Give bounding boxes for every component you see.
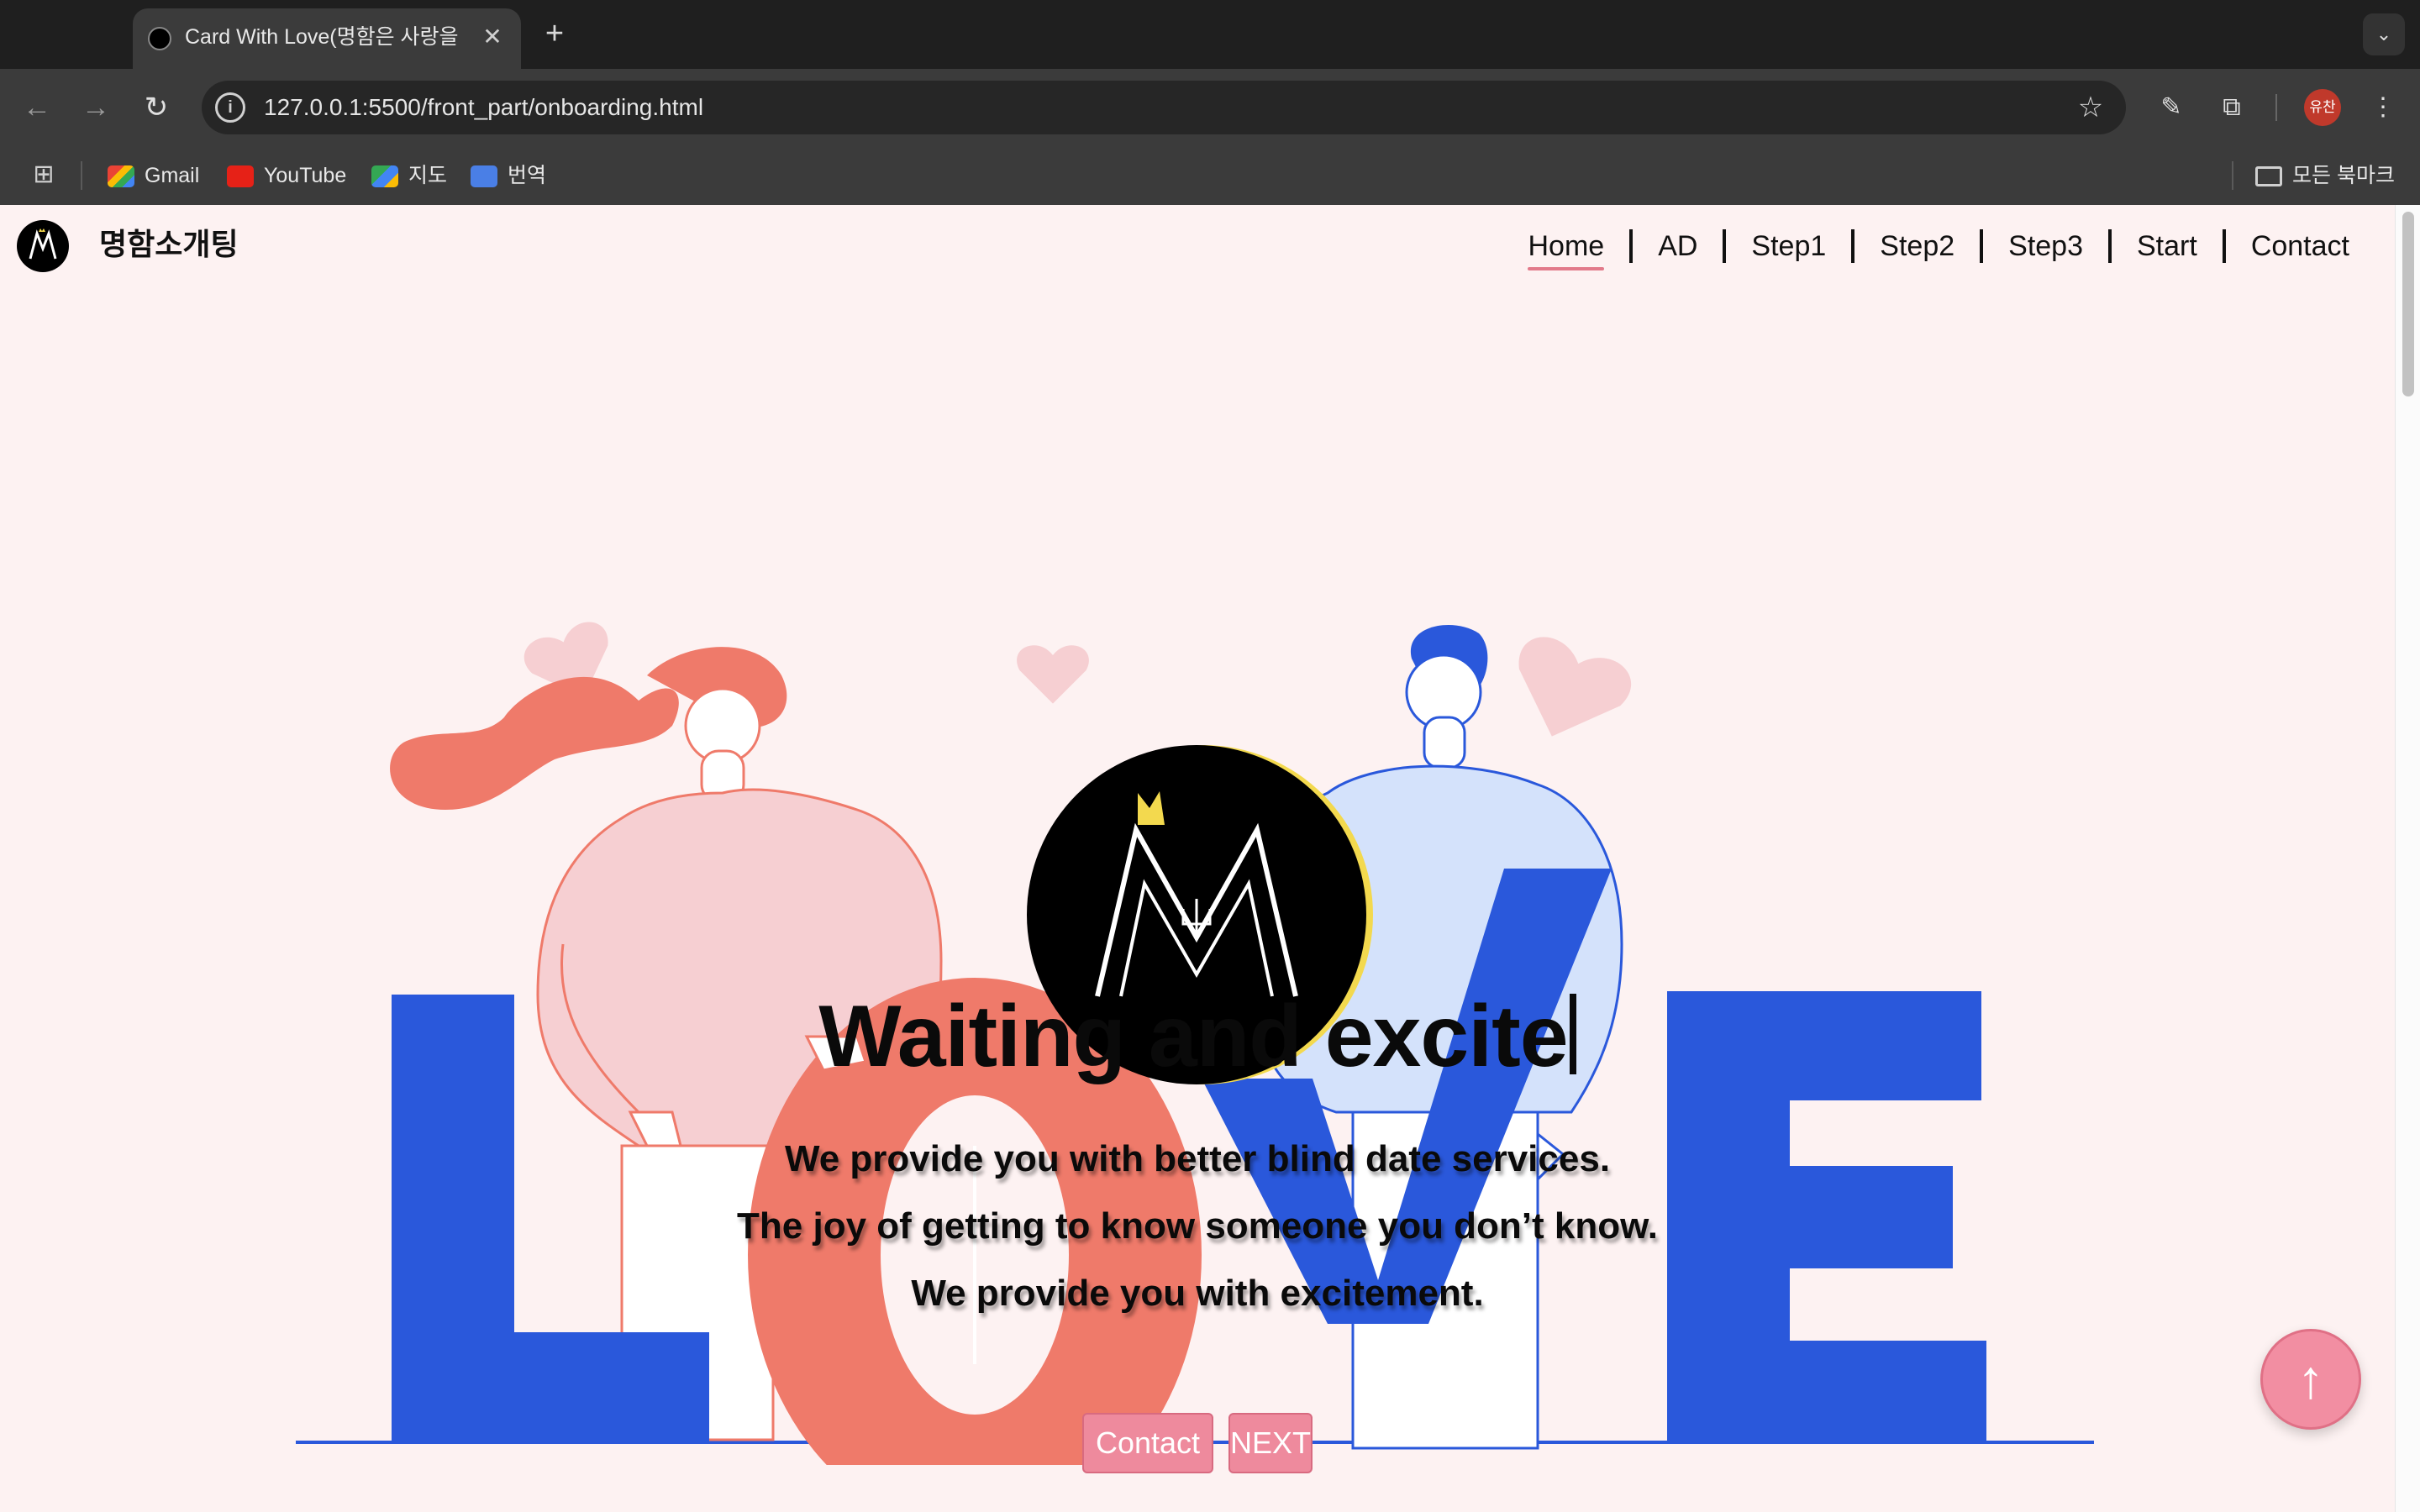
- forward-icon[interactable]: →: [76, 87, 116, 128]
- site-logo[interactable]: [17, 220, 69, 272]
- apps-grid-icon[interactable]: ⊞: [29, 160, 59, 190]
- bookmarks-bar: ⊞ Gmail YouTube 지도 번역 모든 북마크: [0, 146, 2420, 205]
- bookmark-youtube[interactable]: YouTube: [227, 155, 346, 197]
- nav-start[interactable]: Start: [2112, 225, 2223, 267]
- bookmarks-divider: [81, 161, 82, 190]
- nav-step2[interactable]: Step2: [1854, 225, 1980, 267]
- profile-avatar[interactable]: 유찬: [2304, 89, 2341, 126]
- extensions-icon[interactable]: ⧉: [2212, 87, 2252, 128]
- back-icon[interactable]: ←: [17, 87, 57, 128]
- brand-name[interactable]: 명함소개팅: [99, 223, 239, 265]
- nav-step3[interactable]: Step3: [1983, 225, 2108, 267]
- address-bar[interactable]: i 127.0.0.1:5500/front_part/onboarding.h…: [202, 81, 2126, 134]
- browser-toolbar: ← → ↻ i 127.0.0.1:5500/front_part/onboar…: [0, 69, 2420, 146]
- eyedropper-icon[interactable]: ✎: [2151, 87, 2191, 128]
- nav-ad[interactable]: AD: [1633, 225, 1723, 267]
- nav-step1[interactable]: Step1: [1726, 225, 1851, 267]
- hero-line-3: We provide you with excitement.: [911, 1273, 1484, 1314]
- nav-home[interactable]: Home: [1502, 225, 1629, 270]
- hero-headline: Waiting and excite: [0, 978, 2395, 1095]
- heart-icon: [1017, 645, 1089, 704]
- youtube-icon: [227, 165, 254, 188]
- typing-caret: [1569, 994, 1576, 1074]
- translate-icon: [471, 165, 497, 188]
- hero-line-2: The joy of getting to know someone you d…: [737, 1205, 1658, 1247]
- url-text[interactable]: 127.0.0.1:5500/front_part/onboarding.htm…: [264, 81, 703, 134]
- folder-icon: [2255, 166, 2283, 187]
- hero-line-1: We provide you with better blind date se…: [784, 1138, 1611, 1179]
- bookmarks-divider-right: [2232, 161, 2233, 190]
- toolbar-divider: [2275, 94, 2277, 121]
- bookmark-gmail[interactable]: Gmail: [108, 155, 199, 197]
- tab-close-icon[interactable]: ✕: [477, 22, 508, 52]
- maps-icon: [371, 165, 398, 188]
- tab-title: Card With Love(명함은 사랑을 실: [185, 25, 462, 49]
- page-scrollbar[interactable]: [2395, 205, 2420, 1512]
- next-button[interactable]: NEXT: [1228, 1413, 1313, 1473]
- gmail-icon: [108, 165, 134, 188]
- tab-strip: Card With Love(명함은 사랑을 실 ✕ + ⌄: [0, 0, 2420, 69]
- scroll-to-top-icon[interactable]: ↑: [2260, 1329, 2361, 1430]
- new-tab-icon[interactable]: +: [538, 17, 571, 50]
- menu-kebab-icon[interactable]: ⋮: [2363, 87, 2403, 128]
- site-info-icon[interactable]: i: [215, 92, 245, 123]
- tab-favicon-icon: [148, 27, 171, 50]
- reload-icon[interactable]: ↻: [136, 87, 176, 128]
- logo-m-icon: [29, 228, 57, 260]
- main-nav: Home AD Step1 Step2 Step3 Start Contact: [1502, 225, 2375, 270]
- tab-search-chevron-icon[interactable]: ⌄: [2363, 13, 2405, 55]
- all-bookmarks[interactable]: 모든 북마크: [2255, 155, 2395, 197]
- bookmark-maps[interactable]: 지도: [371, 155, 447, 197]
- bookmark-translate[interactable]: 번역: [471, 155, 546, 197]
- woman-hair: [390, 676, 679, 810]
- browser-tab[interactable]: Card With Love(명함은 사랑을 실 ✕: [133, 8, 521, 69]
- nav-contact[interactable]: Contact: [2226, 225, 2375, 267]
- bookmark-star-icon[interactable]: ☆: [2070, 87, 2111, 128]
- contact-button[interactable]: Contact: [1082, 1413, 1213, 1473]
- scrollbar-thumb[interactable]: [2402, 212, 2414, 396]
- page-viewport: 명함소개팅 Home AD Step1 Step2 Step3 Start Co…: [0, 205, 2395, 1512]
- heart-icon: [1518, 637, 1632, 737]
